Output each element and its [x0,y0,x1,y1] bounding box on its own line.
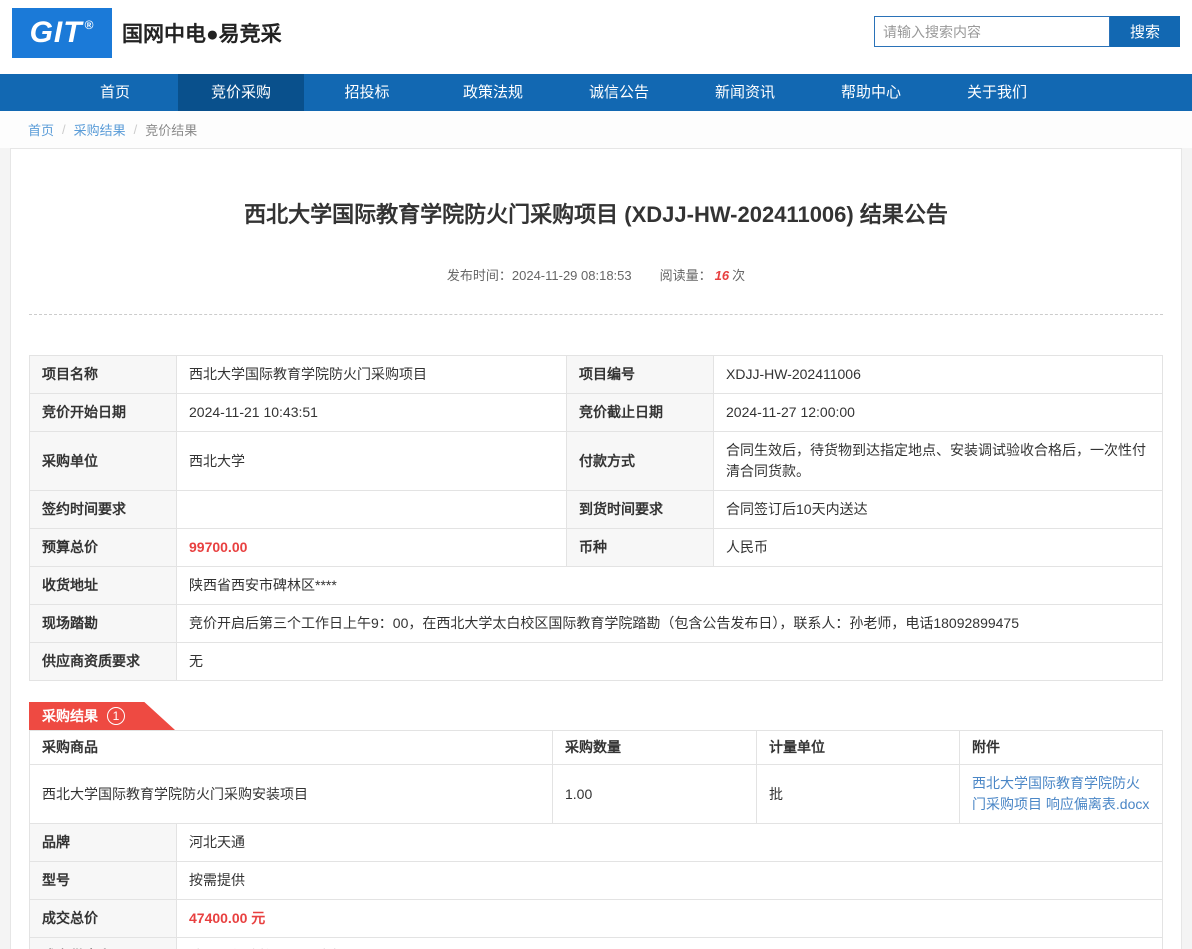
field-label: 预算总价 [30,529,177,567]
field-label: 项目名称 [30,356,177,394]
purchase-result-badge: 采购结果 1 [29,702,175,730]
field-value: 合同生效后，待货物到达指定地点、安装调试验收合格后，一次性付清合同货款。 [714,432,1163,491]
field-label: 现场踏勘 [30,605,177,643]
goods-qty: 1.00 [553,765,757,824]
nav-item-help[interactable]: 帮助中心 [808,74,934,111]
field-value: 陕西环亿建筑工程设计有限公司 [177,938,1163,949]
views-label: 阅读量： [660,268,712,283]
publish-meta: 发布时间：2024-11-29 08:18:53 阅读量：16次 [29,265,1163,284]
content-background: 西北大学国际教育学院防火门采购项目 (XDJJ-HW-202411006) 结果… [0,148,1192,949]
top-header: GIT® 国网中电●易竞采 搜索 [0,0,1192,74]
field-value: 西北大学国际教育学院防火门采购项目 [177,356,567,394]
field-label: 竞价截止日期 [567,394,714,432]
goods-unit: 批 [757,765,960,824]
breadcrumb-current: 竞价结果 [145,120,197,139]
column-header: 附件 [960,731,1163,765]
badge-label: 采购结果 [42,706,98,726]
search-button[interactable]: 搜索 [1110,16,1180,47]
field-label: 品牌 [30,824,177,862]
search-bar: 搜索 [874,16,1180,47]
nav-item-news[interactable]: 新闻资讯 [682,74,808,111]
table-row: 竞价开始日期 2024-11-21 10:43:51 竞价截止日期 2024-1… [30,394,1163,432]
column-header: 采购数量 [553,731,757,765]
breadcrumb: 首页 / 采购结果 / 竞价结果 [0,111,1192,148]
field-value [177,491,567,529]
table-row: 采购单位 西北大学 付款方式 合同生效后，待货物到达指定地点、安装调试验收合格后… [30,432,1163,491]
views-unit: 次 [732,268,745,283]
breadcrumb-purchase-results[interactable]: 采购结果 [74,120,126,139]
field-value: XDJJ-HW-202411006 [714,356,1163,394]
column-header: 计量单位 [757,731,960,765]
nav-item-policy[interactable]: 政策法规 [430,74,556,111]
nav-item-tender[interactable]: 招投标 [304,74,430,111]
field-value: 河北天通 [177,824,1163,862]
table-row: 成交供应商 陕西环亿建筑工程设计有限公司 [30,938,1163,949]
main-nav: 首页 竞价采购 招投标 政策法规 诚信公告 新闻资讯 帮助中心 关于我们 [0,74,1192,111]
table-row: 西北大学国际教育学院防火门采购安装项目 1.00 批 西北大学国际教育学院防火门… [30,765,1163,824]
git-logo[interactable]: GIT® [12,8,112,58]
views-count: 16 [715,268,729,283]
search-input[interactable] [874,16,1110,47]
field-value: 竞价开启后第三个工作日上午9：00，在西北大学太白校区国际教育学院踏勘（包含公告… [177,605,1163,643]
column-header: 采购商品 [30,731,553,765]
field-label: 项目编号 [567,356,714,394]
publish-time-label: 发布时间： [447,268,512,283]
field-label: 收货地址 [30,567,177,605]
field-label: 付款方式 [567,432,714,491]
field-label: 成交总价 [30,900,177,938]
project-info-table: 项目名称 西北大学国际教育学院防火门采购项目 项目编号 XDJJ-HW-2024… [29,355,1163,681]
field-value: 2024-11-21 10:43:51 [177,394,567,432]
field-value: 人民币 [714,529,1163,567]
field-label: 竞价开始日期 [30,394,177,432]
field-label: 采购单位 [30,432,177,491]
field-label: 供应商资质要求 [30,643,177,681]
field-label: 签约时间要求 [30,491,177,529]
logo-text: GIT [30,16,83,50]
table-row: 项目名称 西北大学国际教育学院防火门采购项目 项目编号 XDJJ-HW-2024… [30,356,1163,394]
breadcrumb-home[interactable]: 首页 [28,120,54,139]
table-row: 收货地址 陕西省西安市碑林区**** [30,567,1163,605]
breadcrumb-separator: / [134,122,138,137]
field-label: 到货时间要求 [567,491,714,529]
result-detail-table: 品牌 河北天通 型号 按需提供 成交总价 47400.00 元 成交供应商 陕西… [29,823,1163,949]
table-row: 签约时间要求 到货时间要求 合同签订后10天内送达 [30,491,1163,529]
deal-total-price: 47400.00 元 [177,900,1163,938]
badge-count-circle-icon: 1 [107,707,125,725]
registered-mark-icon: ® [85,18,95,32]
table-row: 成交总价 47400.00 元 [30,900,1163,938]
field-value: 按需提供 [177,862,1163,900]
result-goods-table: 采购商品 采购数量 计量单位 附件 西北大学国际教育学院防火门采购安装项目 1.… [29,730,1163,824]
field-value: 西北大学 [177,432,567,491]
publish-time-value: 2024-11-29 08:18:53 [512,268,632,283]
table-header-row: 采购商品 采购数量 计量单位 附件 [30,731,1163,765]
goods-name: 西北大学国际教育学院防火门采购安装项目 [30,765,553,824]
table-row: 现场踏勘 竞价开启后第三个工作日上午9：00，在西北大学太白校区国际教育学院踏勘… [30,605,1163,643]
budget-total-value: 99700.00 [177,529,567,567]
table-row: 品牌 河北天通 [30,824,1163,862]
field-label: 成交供应商 [30,938,177,949]
nav-item-home[interactable]: 首页 [52,74,178,111]
field-value: 2024-11-27 12:00:00 [714,394,1163,432]
field-label: 型号 [30,862,177,900]
field-label: 币种 [567,529,714,567]
nav-item-integrity[interactable]: 诚信公告 [556,74,682,111]
announcement-card: 西北大学国际教育学院防火门采购项目 (XDJJ-HW-202411006) 结果… [10,148,1182,949]
field-value: 无 [177,643,1163,681]
site-name: 国网中电●易竞采 [122,18,282,48]
attachment-link[interactable]: 西北大学国际教育学院防火门采购项目 响应偏离表.docx [972,775,1149,812]
breadcrumb-separator: / [62,122,66,137]
table-row: 预算总价 99700.00 币种 人民币 [30,529,1163,567]
field-value: 陕西省西安市碑林区**** [177,567,1163,605]
nav-item-bidding-purchase[interactable]: 竞价采购 [178,74,304,111]
nav-item-about[interactable]: 关于我们 [934,74,1060,111]
table-row: 型号 按需提供 [30,862,1163,900]
field-value: 合同签订后10天内送达 [714,491,1163,529]
table-row: 供应商资质要求 无 [30,643,1163,681]
dashed-divider [29,314,1163,315]
page-title: 西北大学国际教育学院防火门采购项目 (XDJJ-HW-202411006) 结果… [29,197,1163,229]
